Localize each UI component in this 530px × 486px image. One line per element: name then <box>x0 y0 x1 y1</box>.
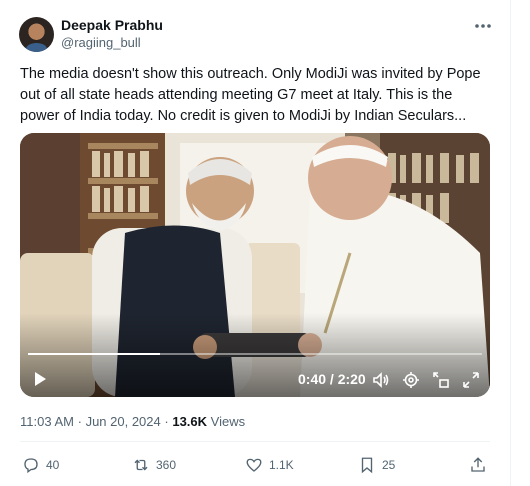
settings-icon[interactable] <box>402 371 420 389</box>
views-label: Views <box>210 414 246 429</box>
repost-icon <box>134 459 148 471</box>
like-button[interactable]: 1.1K <box>245 455 294 475</box>
bookmark-button[interactable]: 25 <box>358 455 395 475</box>
minimize-icon[interactable] <box>432 371 450 389</box>
video-progress-bar[interactable] <box>28 353 482 355</box>
author-handle[interactable]: @ragiing_bull <box>61 35 141 50</box>
tweet-text: The media doesn't show this outreach. On… <box>20 66 481 124</box>
fullscreen-icon[interactable] <box>462 371 480 389</box>
more-icon[interactable] <box>472 16 494 36</box>
bookmark-icon <box>361 457 373 474</box>
reply-count: 40 <box>46 458 60 472</box>
views-count: 13.6K <box>172 414 208 429</box>
meta-separator: · <box>77 414 82 429</box>
repost-button[interactable]: 360 <box>132 455 176 475</box>
tweet-meta: 11:03 AM · Jun 20, 2024 · 13.6K Views <box>20 414 245 429</box>
bookmark-count: 25 <box>382 458 396 472</box>
play-icon[interactable] <box>32 371 48 387</box>
video-time: 0:40 / 2:20 <box>298 371 366 387</box>
reply-icon <box>24 458 38 474</box>
share-icon <box>471 457 485 472</box>
avatar[interactable] <box>19 17 54 52</box>
repost-count: 360 <box>156 458 177 472</box>
reply-button[interactable]: 40 <box>22 455 59 475</box>
divider <box>20 441 490 442</box>
tweet-time[interactable]: 11:03 AM <box>20 414 74 429</box>
video-frame <box>20 133 490 397</box>
tweet-card: Deepak Prabhu @ragiing_bull The media do… <box>0 0 511 486</box>
meta-separator: · <box>164 414 169 429</box>
like-count: 1.1K <box>269 458 294 472</box>
video-progress-fill <box>28 353 160 355</box>
tweet-date[interactable]: Jun 20, 2024 <box>86 414 161 429</box>
action-bar: 40 360 1.1K 25 <box>0 455 510 477</box>
volume-icon[interactable] <box>372 371 390 389</box>
author-name[interactable]: Deepak Prabhu <box>61 17 163 33</box>
video-player[interactable]: 0:40 / 2:20 <box>20 133 490 397</box>
like-icon <box>246 458 262 472</box>
share-button[interactable] <box>469 455 493 475</box>
